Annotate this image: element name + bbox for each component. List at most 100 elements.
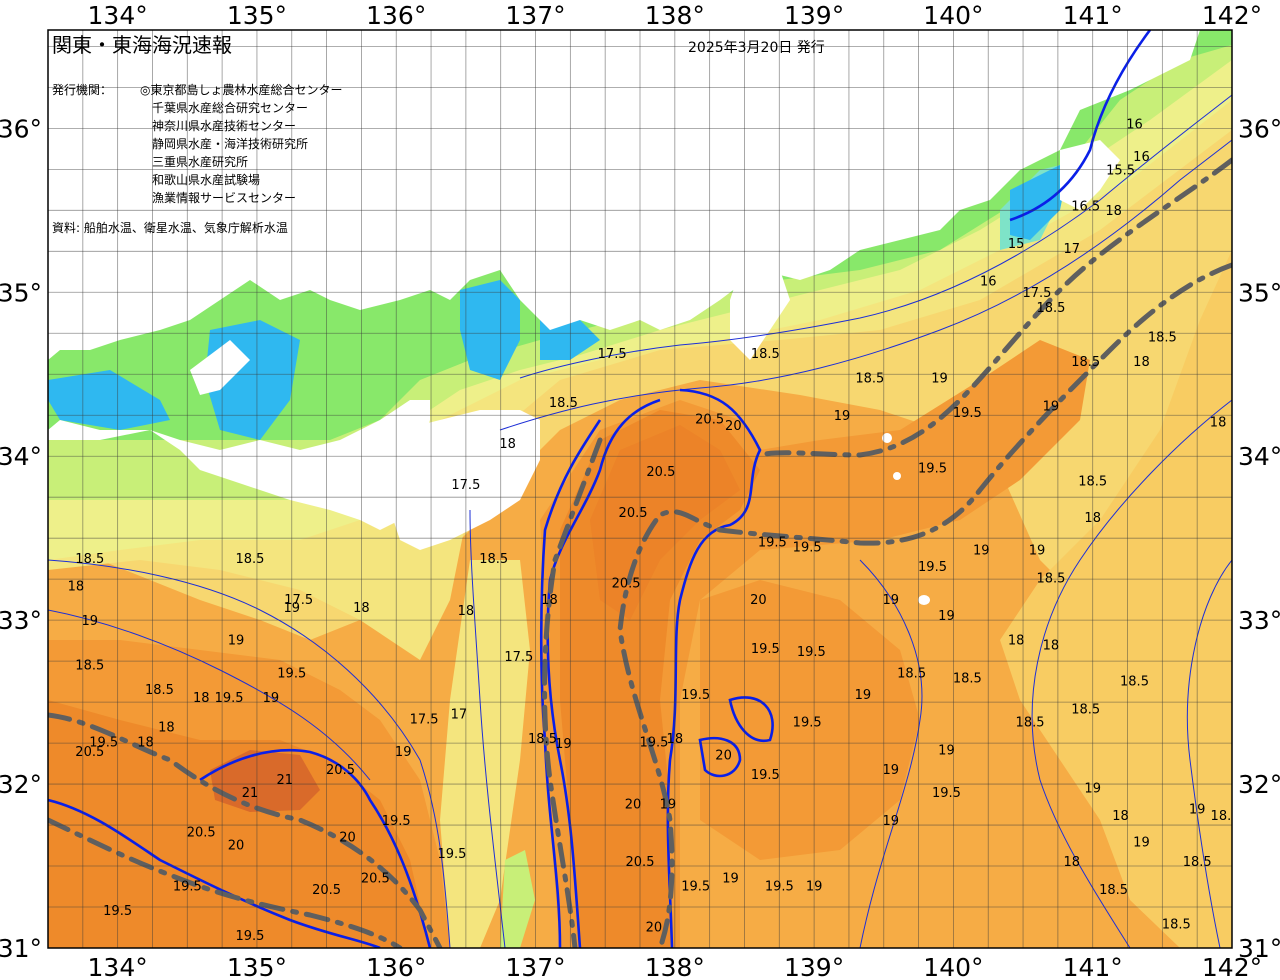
isotherm-label: 20.5 [361, 871, 390, 886]
lon-tick-label-bottom: 138° [645, 953, 705, 980]
lon-tick-label-top: 139° [784, 1, 844, 30]
data-source: 資料: 船舶水温、衛星水温、気象庁解析水温 [52, 220, 288, 235]
lon-tick-label-top: 134° [88, 1, 148, 30]
issuer-2: 神奈川県水産技術センター [152, 118, 296, 133]
isotherm-label: 20.5 [619, 506, 648, 521]
isotherm-label: 19.5 [235, 929, 264, 944]
isotherm-label: 20.5 [646, 465, 675, 480]
isotherm-label: 19.5 [793, 716, 822, 731]
isotherm-label: 19.5 [797, 645, 826, 660]
isotherm-label: 18 [541, 593, 558, 608]
isotherm-label: 18.5 [751, 347, 780, 362]
isotherm-label: 16.5 [1071, 199, 1100, 214]
isotherm-label: 20 [715, 748, 732, 763]
isotherm-label: 19 [263, 691, 280, 706]
issuer-1: 千葉県水産総合研究センター [152, 100, 308, 115]
isotherm-label: 18 [499, 437, 516, 452]
issuer-4: 三重県水産研究所 [152, 154, 248, 169]
isotherm-label: 18.5 [1071, 355, 1100, 370]
isotherm-label: 17.5 [410, 712, 439, 727]
isotherm-label: 19 [931, 371, 948, 386]
isotherm-label: 20.5 [695, 412, 724, 427]
lon-tick-label-top: 142° [1202, 1, 1262, 30]
isotherm-label: 19 [1084, 781, 1101, 796]
isotherm-label: 19 [855, 688, 872, 703]
isotherm-label: 19 [938, 744, 955, 759]
isotherm-label: 18 [1105, 204, 1122, 219]
isotherm-label: 17.5 [451, 478, 480, 493]
isotherm-label: 19.5 [751, 642, 780, 657]
issuer-3: 静岡県水産・海洋技術研究所 [152, 136, 308, 151]
isotherm-label: 16 [1133, 150, 1150, 165]
isotherm-label: 19.5 [681, 688, 710, 703]
isotherm-label: 18.5 [897, 667, 926, 682]
land-islet-2 [918, 595, 930, 605]
isotherm-label: 20.5 [312, 883, 341, 898]
isotherm-label: 18.5 [1120, 675, 1149, 690]
isotherm-label: 20 [625, 798, 642, 813]
lon-tick-label-bottom: 135° [227, 953, 287, 980]
lat-tick-label-right: 34° [1238, 442, 1280, 471]
isotherm-label: 19 [882, 814, 899, 829]
lat-tick-label-left: 33° [0, 606, 42, 635]
isotherm-label: 19 [1029, 544, 1046, 559]
isotherm-label: 18.5 [1071, 703, 1100, 718]
isotherm-label: 18.5 [549, 396, 578, 411]
isotherm-label: 21 [277, 773, 294, 788]
lon-tick-label-top: 136° [366, 1, 426, 30]
isotherm-label: 19 [882, 593, 899, 608]
isotherm-label: 21 [242, 786, 259, 801]
isotherm-label: 18 [1133, 355, 1150, 370]
map-title: 関東・東海海況速報 [52, 33, 232, 57]
isotherm-label: 19 [834, 409, 851, 424]
isotherm-label: 18.5 [855, 371, 884, 386]
lat-tick-label-right: 32° [1238, 770, 1280, 799]
isotherm-label: 15.5 [1106, 163, 1135, 178]
isotherm-label: 19 [82, 614, 99, 629]
lat-tick-label-left: 36° [0, 114, 42, 143]
isotherm-label: 19.5 [751, 768, 780, 783]
isotherm-label: 18 [68, 580, 85, 595]
isotherm-label: 19.5 [953, 406, 982, 421]
lon-tick-label-top: 135° [227, 1, 287, 30]
isotherm-label: 19 [973, 544, 990, 559]
lon-tick-label-bottom: 141° [1063, 953, 1123, 980]
issuer-5: 和歌山県水産試験場 [152, 172, 260, 187]
isotherm-label: 17 [1064, 242, 1081, 257]
isotherm-label: 18.5 [1148, 330, 1177, 345]
isotherm-label: 18.5 [145, 683, 174, 698]
isotherm-label: 18.5 [1099, 883, 1128, 898]
lon-tick-label-top: 141° [1063, 1, 1123, 30]
lon-tick-label-top: 138° [645, 1, 705, 30]
lat-tick-label-left: 32° [0, 770, 42, 799]
isotherm-label: 18.5 [1016, 716, 1045, 731]
isotherm-label: 19 [395, 745, 412, 760]
isotherm-label: 17.5 [1023, 286, 1052, 301]
isotherm-label: 20.5 [626, 855, 655, 870]
isotherm-label: 19 [938, 609, 955, 624]
isotherm-label: 19 [722, 871, 739, 886]
isotherm-label: 18.5 [1036, 571, 1065, 586]
isotherm-label: 19 [1043, 399, 1060, 414]
isotherm-label: 17.5 [598, 347, 627, 362]
isotherm-label: 19 [660, 798, 677, 813]
isotherm-label: 16 [1126, 117, 1143, 132]
isotherm-label: 20.5 [187, 826, 216, 841]
lon-tick-label-bottom: 136° [366, 953, 426, 980]
isotherm-label: 19.5 [215, 691, 244, 706]
isotherm-label: 18.5 [1183, 855, 1212, 870]
isotherm-label: 19.5 [681, 880, 710, 895]
isotherm-label: 17.5 [504, 650, 533, 665]
isotherm-label: 19 [882, 763, 899, 778]
isotherm-label: 20 [750, 593, 767, 608]
isotherm-label: 19.5 [758, 535, 787, 550]
isotherm-label: 18 [353, 601, 370, 616]
isotherm-label: 18 [1084, 511, 1101, 526]
isotherm-label: 18 [1210, 416, 1227, 431]
lon-tick-label-bottom: 140° [923, 953, 983, 980]
isotherm-label: 18.5 [528, 732, 557, 747]
isotherm-label: 20.5 [75, 745, 104, 760]
isotherm-label: 19 [806, 880, 823, 895]
isotherm-label: 18.5 [1078, 475, 1107, 490]
isotherm-label: 19.5 [765, 880, 794, 895]
